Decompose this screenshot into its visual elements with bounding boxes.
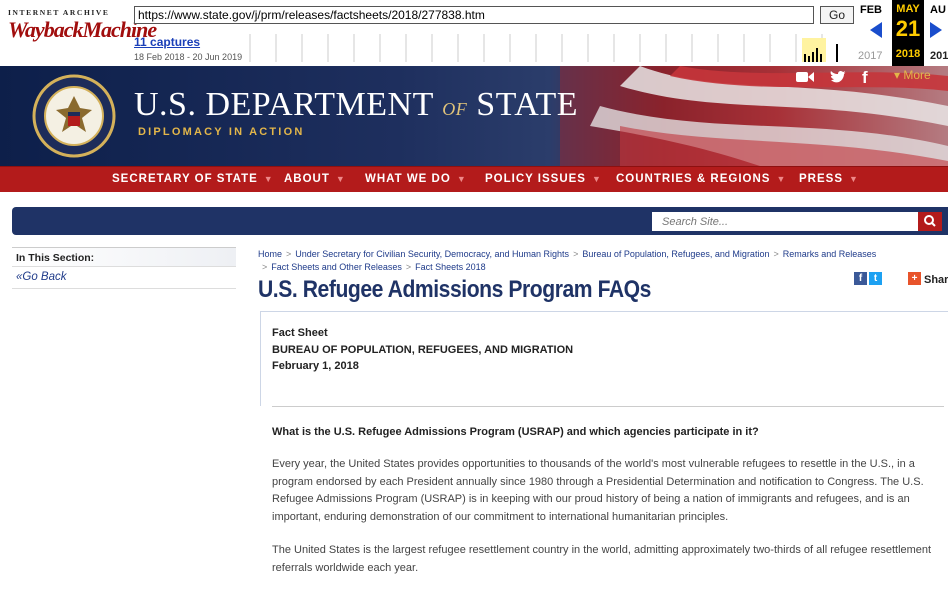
main-navigation: SECRETARY OF STATE ▼ ABOUT ▼ WHAT WE DO ▼ P… xyxy=(0,166,948,192)
breadcrumb-link-home[interactable]: Home xyxy=(258,249,282,259)
breadcrumb-link-bureau[interactable]: Bureau of Population, Refugees, and Migr… xyxy=(582,249,769,259)
twitter-icon[interactable] xyxy=(830,70,846,84)
breadcrumb-link-under-secretary[interactable]: Under Secretary for Civilian Security, D… xyxy=(295,249,569,259)
nav-item-label: PRESS xyxy=(799,173,843,185)
wayback-date-range: 18 Feb 2018 - 20 Jun 2019 xyxy=(134,52,243,62)
wayback-logo-main: WaybackMachine xyxy=(8,17,157,42)
breadcrumb-link-fact-sheets-other[interactable]: Fact Sheets and Other Releases xyxy=(271,262,402,272)
department-title[interactable]: U.S. DEPARTMENT OF STATE xyxy=(134,86,578,124)
wayback-calendar: FEB 2017 MAY 21 2018 AU 201 xyxy=(856,0,948,66)
nav-item-policy-issues[interactable]: POLICY ISSUES ▼ xyxy=(485,173,602,185)
wayback-go-button[interactable]: Go xyxy=(820,6,854,24)
wayback-url-input[interactable] xyxy=(134,6,814,24)
breadcrumb-link-remarks[interactable]: Remarks and Releases xyxy=(783,249,877,259)
next-capture-arrow-icon[interactable] xyxy=(930,22,942,38)
nav-item-what-we-do[interactable]: WHAT WE DO ▼ xyxy=(365,173,467,185)
chevron-down-icon: ▼ xyxy=(591,174,602,184)
search-button[interactable] xyxy=(918,212,942,231)
breadcrumb-separator: > xyxy=(405,262,412,272)
search-icon xyxy=(924,215,936,227)
wayback-toolbar: INTERNET ARCHIVE WaybackMachine Go 11 ca… xyxy=(0,0,948,66)
breadcrumb-separator: > xyxy=(262,262,268,272)
fact-sheet-type: Fact Sheet xyxy=(272,327,328,339)
tagline: DIPLOMACY IN ACTION xyxy=(138,126,305,138)
addthis-share-icon[interactable]: + xyxy=(908,272,921,285)
nav-item-about[interactable]: ABOUT ▼ xyxy=(284,173,346,185)
sidebar-section-heading: In This Section: xyxy=(12,247,236,267)
faq-question: What is the U.S. Refugee Admissions Prog… xyxy=(272,426,759,438)
chevron-down-icon: ▼ xyxy=(849,174,859,184)
share-label[interactable]: Share xyxy=(924,274,948,286)
nav-item-label: POLICY ISSUES xyxy=(485,173,586,185)
nav-item-secretary-of-state[interactable]: SECRETARY OF STATE ▼ xyxy=(112,173,274,185)
fact-sheet-bureau: BUREAU OF POPULATION, REFUGEES, AND MIGR… xyxy=(272,344,574,356)
chevron-down-icon: ▼ xyxy=(335,174,346,184)
next-year-label[interactable]: 201 xyxy=(930,50,948,62)
nav-item-press[interactable]: PRESS ▼ xyxy=(799,173,859,185)
sidebar-divider xyxy=(12,288,236,289)
breadcrumb-separator: > xyxy=(573,249,579,259)
current-date-highlight: MAY 21 2018 xyxy=(892,0,924,66)
wayback-logo-top: INTERNET ARCHIVE xyxy=(8,8,110,17)
next-month-label[interactable]: AU xyxy=(930,4,946,16)
chevron-down-icon: ▼ xyxy=(776,174,787,184)
search-input[interactable] xyxy=(652,212,918,231)
facebook-share-icon[interactable]: f xyxy=(854,272,867,285)
prev-month-label[interactable]: FEB xyxy=(860,4,882,16)
content-divider xyxy=(272,406,944,407)
nav-item-countries-regions[interactable]: COUNTRIES & REGIONS ▼ xyxy=(616,173,786,185)
nav-item-label: WHAT WE DO xyxy=(365,173,451,185)
prev-year-label[interactable]: 2017 xyxy=(858,50,882,62)
wayback-captures-link[interactable]: 11 captures xyxy=(134,35,200,49)
site-header-banner: U.S. DEPARTMENT OF STATE DIPLOMACY IN AC… xyxy=(0,66,948,166)
nav-item-label: ABOUT xyxy=(284,173,330,185)
chevron-down-icon: ▼ xyxy=(456,174,467,184)
breadcrumb-separator: > xyxy=(773,249,779,259)
department-seal-icon xyxy=(32,74,116,158)
go-back-link[interactable]: «Go Back xyxy=(16,271,67,283)
department-title-end: STATE xyxy=(476,86,579,123)
flag-background-graphic xyxy=(560,66,948,166)
fact-sheet-date: February 1, 2018 xyxy=(272,360,359,372)
page-title: U.S. Refugee Admissions Program FAQs xyxy=(258,276,651,303)
wayback-logo[interactable]: INTERNET ARCHIVE WaybackMachine xyxy=(8,8,157,54)
faq-answer-paragraph: The United States is the largest refugee… xyxy=(272,544,932,574)
breadcrumb-link-fact-sheets-2018[interactable]: Fact Sheets 2018 xyxy=(415,262,486,272)
breadcrumb-separator: > xyxy=(286,249,292,259)
prev-capture-arrow-icon[interactable] xyxy=(870,22,882,38)
current-year-label: 2018 xyxy=(892,48,924,60)
video-icon[interactable] xyxy=(796,70,814,84)
fact-sheet-box xyxy=(260,311,948,406)
chevron-down-icon: ▼ xyxy=(263,174,274,184)
department-title-of: OF xyxy=(442,99,468,119)
facebook-icon[interactable]: f xyxy=(862,68,868,88)
current-month-label: MAY xyxy=(896,3,920,15)
current-day-label: 21 xyxy=(895,16,921,41)
department-title-main: U.S. DEPARTMENT xyxy=(134,86,434,123)
wayback-capture-sparkline[interactable] xyxy=(246,34,848,62)
breadcrumb: Home > Under Secretary for Civilian Securi… xyxy=(258,248,898,274)
faq-answer-paragraph: Every year, the United States provides o… xyxy=(272,458,924,523)
nav-item-label: COUNTRIES & REGIONS xyxy=(616,173,771,185)
nav-item-label: SECRETARY OF STATE xyxy=(112,173,258,185)
twitter-share-icon[interactable]: t xyxy=(869,272,882,285)
more-menu-link[interactable]: ▾ More xyxy=(894,68,931,82)
